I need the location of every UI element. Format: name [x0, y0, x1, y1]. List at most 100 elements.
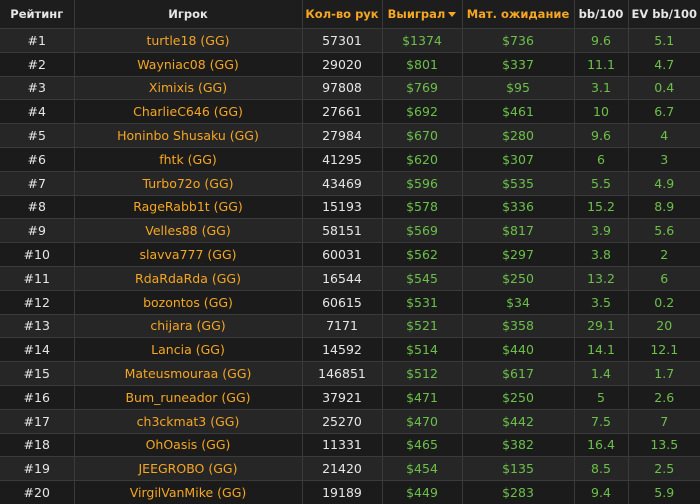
table-row[interactable]: #10 slavva777 (GG) 60031 $562 $297 3.8 2: [0, 242, 700, 267]
ev-cell: $297: [462, 242, 575, 267]
column-header-player[interactable]: Игрок: [74, 0, 303, 29]
player-link[interactable]: chijara (GG): [74, 313, 303, 338]
table-row[interactable]: #11 RdaRdaRda (GG) 16544 $545 $250 13.2 6: [0, 265, 700, 291]
player-link[interactable]: JEEGROBO (GG): [74, 456, 303, 481]
column-header-bb100[interactable]: bb/100: [574, 0, 629, 29]
bb100-cell: 16.4: [574, 432, 629, 457]
column-header-rank[interactable]: Рейтинг: [0, 0, 75, 29]
bb100-cell: 29.1: [574, 313, 629, 338]
bb100-cell: 3.5: [574, 289, 629, 315]
hands-cell: 27984: [302, 123, 383, 148]
table-row[interactable]: #8 RageRabb1t (GG) 15193 $578 $336 15.2 8.9: [0, 194, 700, 219]
player-link[interactable]: Lancia (GG): [74, 337, 303, 362]
evbb100-cell: 5.6: [628, 218, 700, 243]
rank-cell: #2: [0, 51, 75, 77]
hands-cell: 14592: [302, 337, 383, 362]
table-row[interactable]: #5 Honinbo Shusaku (GG) 27984 $670 $280 9.6 4: [0, 123, 700, 148]
rank-cell: #4: [0, 99, 75, 124]
won-cell: $1374: [382, 28, 463, 53]
table-row[interactable]: #13 chijara (GG) 7171 $521 $358 29.1 20: [0, 313, 700, 338]
bb100-cell: 13.2: [574, 265, 629, 291]
rank-cell: #20: [0, 480, 75, 504]
table-row[interactable]: #15 Mateusmouraa (GG) 146851 $512 $617 1.4 1.7: [0, 361, 700, 386]
evbb100-cell: 0.2: [628, 289, 700, 315]
hands-cell: 60031: [302, 242, 383, 267]
bb100-cell: 6: [574, 146, 629, 172]
player-link[interactable]: Bum_runeador (GG): [74, 384, 303, 410]
won-cell: $620: [382, 146, 463, 172]
hands-cell: 7171: [302, 313, 383, 338]
won-cell: $769: [382, 75, 463, 100]
evbb100-cell: 5.9: [628, 480, 700, 504]
evbb100-cell: 3: [628, 146, 700, 172]
player-link[interactable]: turtle18 (GG): [74, 28, 303, 53]
rank-cell: #8: [0, 194, 75, 219]
ev-cell: $250: [462, 384, 575, 410]
player-link[interactable]: bozontos (GG): [74, 289, 303, 315]
column-header-evbb100[interactable]: EV bb/100: [628, 0, 700, 29]
player-link[interactable]: CharlieC646 (GG): [74, 99, 303, 124]
evbb100-cell: 4: [628, 123, 700, 148]
table-row[interactable]: #1 turtle18 (GG) 57301 $1374 $736 9.6 5.1: [0, 28, 700, 53]
player-link[interactable]: RdaRdaRda (GG): [74, 265, 303, 291]
won-cell: $545: [382, 265, 463, 291]
player-link[interactable]: Mateusmouraa (GG): [74, 361, 303, 386]
rank-cell: #9: [0, 218, 75, 243]
caret-down-icon: [448, 12, 457, 17]
table-row[interactable]: #14 Lancia (GG) 14592 $514 $440 14.1 12.1: [0, 337, 700, 362]
bb100-cell: 5.5: [574, 170, 629, 196]
player-link[interactable]: Honinbo Shusaku (GG): [74, 123, 303, 148]
table-row[interactable]: #2 Wayniac08 (GG) 29020 $801 $337 11.1 4.7: [0, 51, 700, 77]
bb100-cell: 9.6: [574, 123, 629, 148]
won-cell: $471: [382, 384, 463, 410]
rank-cell: #17: [0, 408, 75, 434]
player-link[interactable]: Turbo72o (GG): [74, 170, 303, 196]
player-link[interactable]: Wayniac08 (GG): [74, 51, 303, 77]
table-row[interactable]: #16 Bum_runeador (GG) 37921 $471 $250 5 2.6: [0, 384, 700, 410]
player-link[interactable]: slavva777 (GG): [74, 242, 303, 267]
bb100-cell: 3.1: [574, 75, 629, 100]
table-row[interactable]: #20 VirgilVanMike (GG) 19189 $449 $283 9.4 5.9: [0, 480, 700, 504]
rank-cell: #13: [0, 313, 75, 338]
won-cell: $801: [382, 51, 463, 77]
player-link[interactable]: OhOasis (GG): [74, 432, 303, 457]
hands-cell: 146851: [302, 361, 383, 386]
player-link[interactable]: Velles88 (GG): [74, 218, 303, 243]
hands-cell: 41295: [302, 146, 383, 172]
table-row[interactable]: #7 Turbo72o (GG) 43469 $596 $535 5.5 4.9: [0, 170, 700, 196]
table-row[interactable]: #12 bozontos (GG) 60615 $531 $34 3.5 0.2: [0, 289, 700, 315]
table-row[interactable]: #18 OhOasis (GG) 11331 $465 $382 16.4 13.5: [0, 432, 700, 457]
hands-cell: 25270: [302, 408, 383, 434]
ev-cell: $283: [462, 480, 575, 504]
ev-cell: $307: [462, 146, 575, 172]
bb100-cell: 1.4: [574, 361, 629, 386]
player-link[interactable]: Ximixis (GG): [74, 75, 303, 100]
column-header-ev[interactable]: Мат. ожидание: [462, 0, 575, 29]
won-cell: $449: [382, 480, 463, 504]
won-cell: $465: [382, 432, 463, 457]
player-link[interactable]: VirgilVanMike (GG): [74, 480, 303, 504]
bb100-cell: 14.1: [574, 337, 629, 362]
column-header-hands[interactable]: Кол-во рук: [302, 0, 383, 29]
player-link[interactable]: ch3ckmat3 (GG): [74, 408, 303, 434]
table-row[interactable]: #6 fhtk (GG) 41295 $620 $307 6 3: [0, 146, 700, 172]
column-header-won[interactable]: Выиграл: [382, 0, 463, 29]
won-cell: $531: [382, 289, 463, 315]
table-row[interactable]: #9 Velles88 (GG) 58151 $569 $817 3.9 5.6: [0, 218, 700, 243]
bb100-cell: 5: [574, 384, 629, 410]
table-row[interactable]: #19 JEEGROBO (GG) 21420 $454 $135 8.5 2.5: [0, 456, 700, 481]
ev-cell: $442: [462, 408, 575, 434]
table-row[interactable]: #17 ch3ckmat3 (GG) 25270 $470 $442 7.5 7: [0, 408, 700, 434]
rank-cell: #18: [0, 432, 75, 457]
rank-cell: #15: [0, 361, 75, 386]
bb100-cell: 10: [574, 99, 629, 124]
player-link[interactable]: fhtk (GG): [74, 146, 303, 172]
player-link[interactable]: RageRabb1t (GG): [74, 194, 303, 219]
evbb100-cell: 7: [628, 408, 700, 434]
table-row[interactable]: #3 Ximixis (GG) 97808 $769 $95 3.1 0.4: [0, 75, 700, 100]
evbb100-cell: 1.7: [628, 361, 700, 386]
table-body: #1 turtle18 (GG) 57301 $1374 $736 9.6 5.1 #2 Way…: [0, 28, 700, 504]
leaderboard-table: Рейтинг Игрок Кол-во рук Выиграл Мат. ож…: [0, 0, 700, 504]
table-row[interactable]: #4 CharlieC646 (GG) 27661 $692 $461 10 6.7: [0, 99, 700, 124]
rank-cell: #7: [0, 170, 75, 196]
